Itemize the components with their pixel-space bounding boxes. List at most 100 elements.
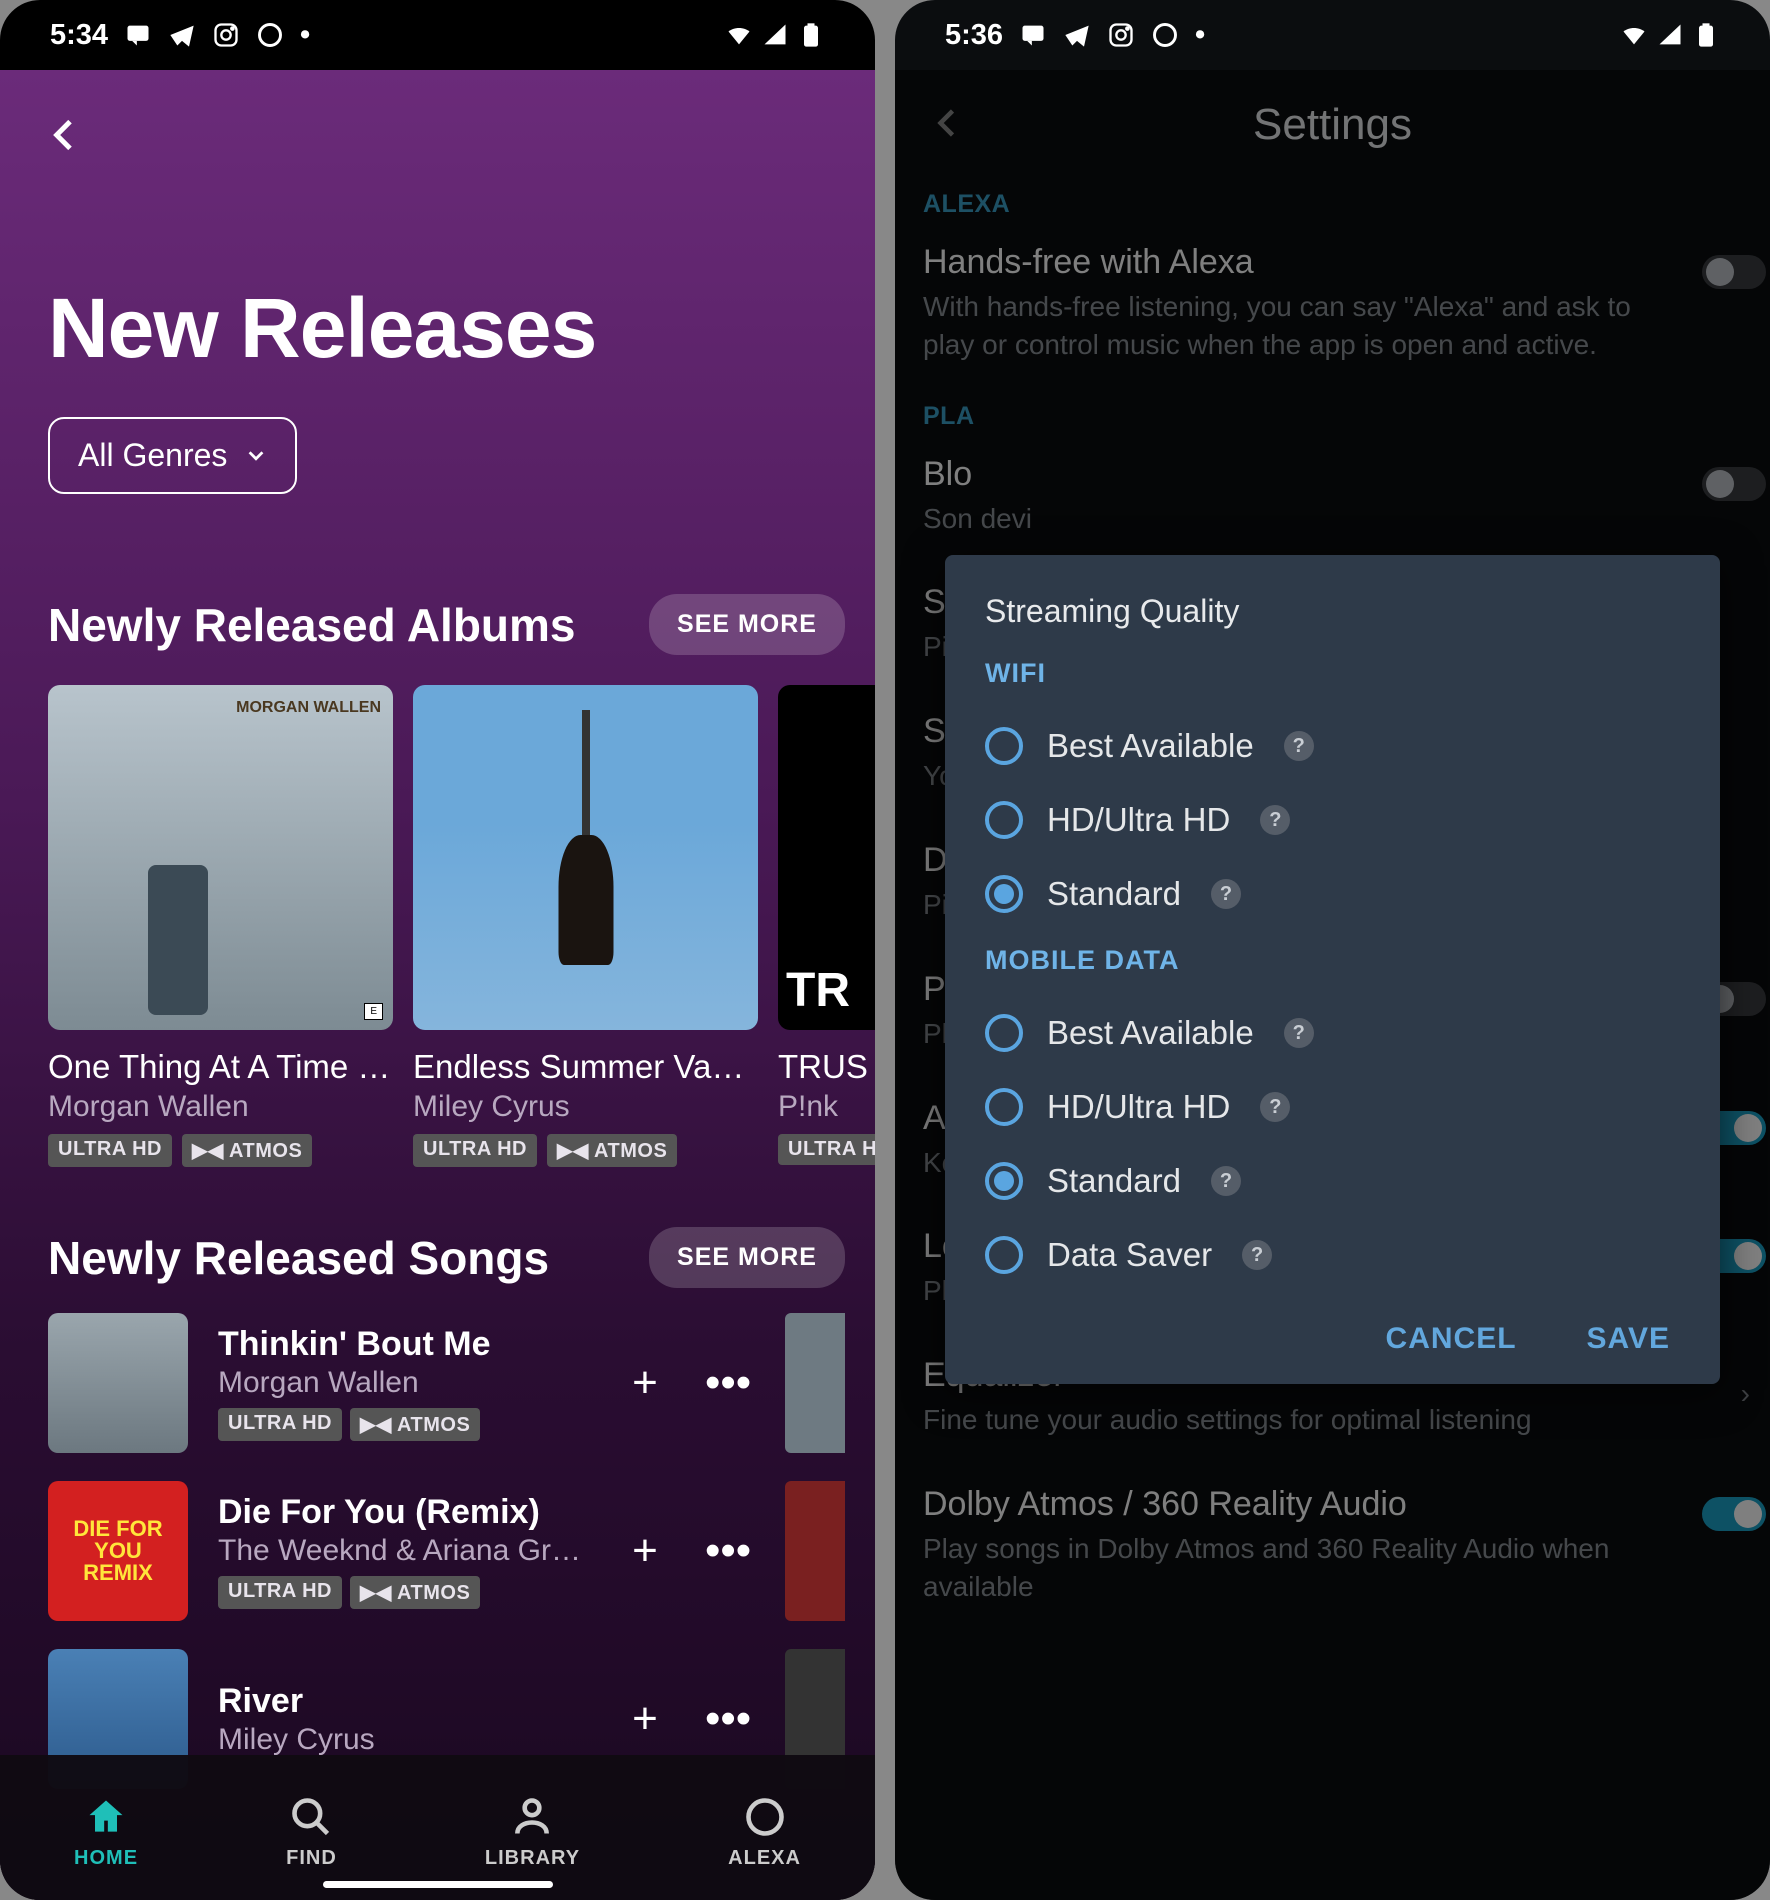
add-icon[interactable]: +: [625, 1526, 665, 1576]
songs-header: Newly Released Songs SEE MORE: [0, 1227, 875, 1288]
ultra-hd-badge: ULTRA HD: [218, 1408, 342, 1441]
song-art: [48, 1481, 188, 1621]
more-icon[interactable]: •••: [705, 1358, 745, 1408]
album-row[interactable]: E One Thing At A Time … Morgan Wallen UL…: [0, 655, 875, 1167]
album-title: Endless Summer Vaca…: [413, 1048, 758, 1086]
album-card[interactable]: E One Thing At A Time … Morgan Wallen UL…: [48, 685, 393, 1167]
album-title: TRUS: [778, 1048, 875, 1086]
album-card[interactable]: Endless Summer Vaca… Miley Cyrus ULTRA H…: [413, 685, 758, 1167]
battery-icon: [1692, 21, 1720, 49]
dolby-atmos-item[interactable]: Dolby Atmos / 360 Reality Audio Play son…: [895, 1467, 1770, 1634]
genre-label: All Genres: [78, 437, 227, 474]
cancel-button[interactable]: CANCEL: [1386, 1322, 1517, 1356]
setting-name: Hands-free with Alexa: [923, 243, 1742, 282]
home-indicator[interactable]: [323, 1881, 553, 1888]
help-icon[interactable]: ?: [1260, 805, 1290, 835]
album-card[interactable]: TRUS P!nk ULTRA HD: [778, 685, 875, 1167]
album-artist: Miley Cyrus: [413, 1090, 758, 1124]
song-row[interactable]: Die For You (Remix) The Weeknd & Ariana …: [48, 1481, 845, 1621]
wifi-best-available-option[interactable]: Best Available?: [985, 709, 1680, 783]
help-icon[interactable]: ?: [1284, 1018, 1314, 1048]
album-art: [413, 685, 758, 1030]
song-row[interactable]: Thinkin' Bout Me Morgan Wallen ULTRA HD▶…: [48, 1313, 845, 1453]
setting-desc: Play songs in Dolby Atmos and 360 Realit…: [923, 1530, 1653, 1606]
home-icon: [84, 1795, 128, 1839]
mobile-standard-option[interactable]: Standard?: [985, 1144, 1680, 1218]
add-icon[interactable]: +: [625, 1358, 665, 1408]
help-icon[interactable]: ?: [1211, 879, 1241, 909]
wifi-hd-option[interactable]: HD/Ultra HD?: [985, 783, 1680, 857]
setting-desc: With hands-free listening, you can say "…: [923, 288, 1653, 364]
alexa-status-icon: [1151, 21, 1179, 49]
signal-icon: [761, 21, 789, 49]
instagram-icon: [212, 21, 240, 49]
save-button[interactable]: SAVE: [1587, 1322, 1670, 1356]
song-artist: The Weeknd & Ariana Gran…: [218, 1534, 595, 1568]
help-icon[interactable]: ?: [1242, 1240, 1272, 1270]
radio-label: HD/Ultra HD: [1047, 801, 1230, 839]
ultra-hd-badge: ULTRA HD: [778, 1134, 875, 1165]
nav-library[interactable]: LIBRARY: [485, 1795, 580, 1870]
nav-label: LIBRARY: [485, 1847, 580, 1870]
song-title: Thinkin' Bout Me: [218, 1325, 595, 1364]
song-list: Thinkin' Bout Me Morgan Wallen ULTRA HD ▶…: [0, 1288, 875, 1789]
albums-section-title: Newly Released Albums: [48, 598, 576, 652]
album-artist: P!nk: [778, 1090, 875, 1124]
toggle-switch[interactable]: [1702, 255, 1766, 289]
toggle-switch[interactable]: [1702, 467, 1766, 501]
alexa-status-icon: [256, 21, 284, 49]
battery-icon: [797, 21, 825, 49]
nav-find[interactable]: FIND: [286, 1795, 337, 1870]
mobile-best-available-option[interactable]: Best Available?: [985, 996, 1680, 1070]
toggle-switch[interactable]: [1702, 1497, 1766, 1531]
setting-desc: Son devi: [923, 500, 1653, 538]
genre-filter[interactable]: All Genres: [48, 417, 297, 494]
radio-icon: [985, 1236, 1023, 1274]
explicit-icon: E: [364, 1003, 383, 1020]
chevron-down-icon: [245, 445, 267, 467]
chat-icon: [124, 21, 152, 49]
bottom-nav: HOME FIND LIBRARY ALEXA: [0, 1755, 875, 1900]
more-icon[interactable]: •••: [705, 1694, 745, 1744]
mobile-data-saver-option[interactable]: Data Saver?: [985, 1218, 1680, 1292]
settings-title: Settings: [1253, 100, 1412, 150]
songs-section-title: Newly Released Songs: [48, 1231, 549, 1285]
setting-name: Blo: [923, 455, 1742, 494]
wifi-standard-option[interactable]: Standard?: [985, 857, 1680, 931]
albums-header: Newly Released Albums SEE MORE: [0, 594, 875, 655]
radio-label: Best Available: [1047, 727, 1254, 765]
settings-header: Settings: [895, 70, 1770, 180]
atmos-badge: ▶◀ ATMOS: [350, 1576, 480, 1609]
signal-icon: [1656, 21, 1684, 49]
setting-item[interactable]: Blo Son devi: [895, 437, 1770, 566]
add-icon[interactable]: +: [625, 1694, 665, 1744]
hands-free-alexa-item[interactable]: Hands-free with Alexa With hands-free li…: [895, 225, 1770, 392]
settings-screen: Settings ALEXA Hands-free with Alexa Wit…: [895, 70, 1770, 1900]
wifi-section-label: WIFI: [985, 658, 1680, 689]
help-icon[interactable]: ?: [1211, 1166, 1241, 1196]
see-more-albums[interactable]: SEE MORE: [649, 594, 845, 655]
atmos-badge: ▶◀ ATMOS: [547, 1134, 677, 1167]
more-icon[interactable]: •••: [705, 1526, 745, 1576]
help-icon[interactable]: ?: [1284, 731, 1314, 761]
ultra-hd-badge: ULTRA HD: [413, 1134, 537, 1167]
nav-home[interactable]: HOME: [74, 1795, 138, 1870]
chevron-right-icon: ›: [1741, 1378, 1750, 1410]
help-icon[interactable]: ?: [1260, 1092, 1290, 1122]
phone-left: 5:34 • New Releases All Genres Newly Rel…: [0, 0, 875, 1900]
nav-alexa[interactable]: ALEXA: [728, 1795, 801, 1870]
see-more-songs[interactable]: SEE MORE: [649, 1227, 845, 1288]
radio-icon: [985, 1088, 1023, 1126]
album-art: [778, 685, 875, 1030]
album-artist: Morgan Wallen: [48, 1090, 393, 1124]
setting-name: Dolby Atmos / 360 Reality Audio: [923, 1485, 1742, 1524]
back-icon[interactable]: [930, 105, 966, 141]
chat-icon: [1019, 21, 1047, 49]
mobile-hd-option[interactable]: HD/Ultra HD?: [985, 1070, 1680, 1144]
song-artist: Morgan Wallen: [218, 1366, 595, 1400]
status-dot: •: [300, 19, 310, 52]
peek-art: [785, 1313, 845, 1453]
back-icon[interactable]: [45, 115, 85, 155]
clock: 5:34: [50, 19, 108, 52]
nav-label: ALEXA: [728, 1847, 801, 1870]
